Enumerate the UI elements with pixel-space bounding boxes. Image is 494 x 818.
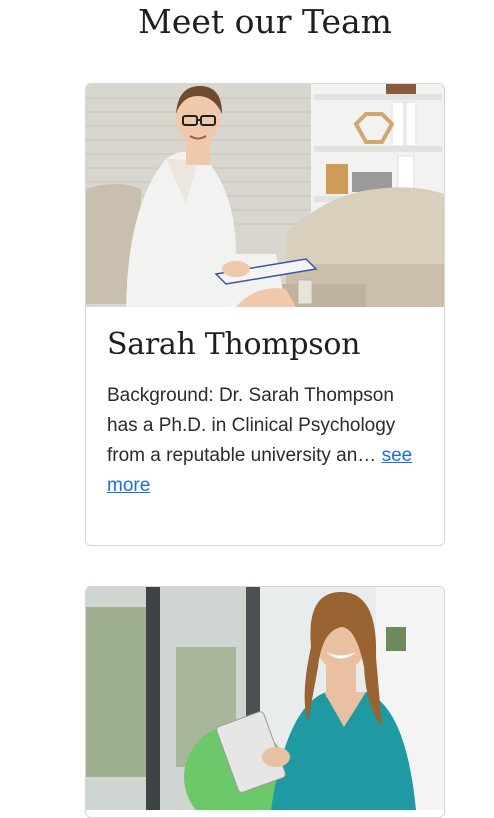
card-body: Sarah Thompson Background: Dr. Sarah Tho… [86, 307, 444, 501]
team-member-card [85, 586, 445, 818]
team-member-card: Sarah Thompson Background: Dr. Sarah Tho… [85, 83, 445, 546]
member-name: Sarah Thompson [107, 327, 361, 362]
member-photo [86, 587, 444, 810]
member-bio: Background: Dr. Sarah Thompson has a Ph.… [107, 381, 422, 501]
member-photo [86, 84, 444, 307]
member-bio-text: Background: Dr. Sarah Thompson has a Ph.… [107, 385, 396, 466]
section-title: Meet our Team [138, 2, 392, 41]
